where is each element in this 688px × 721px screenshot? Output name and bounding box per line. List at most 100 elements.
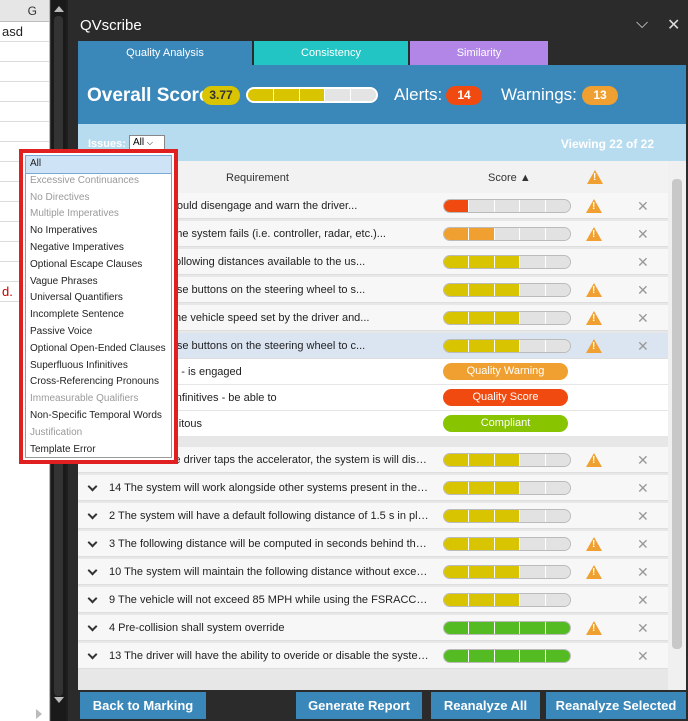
score-bar (443, 453, 571, 467)
close-icon[interactable]: ✕ (667, 15, 680, 35)
issues-option[interactable]: Non-Specific Temporal Words (26, 408, 171, 425)
dismiss-icon[interactable]: ✕ (637, 508, 649, 525)
tab-similarity[interactable]: Similarity (410, 41, 548, 65)
col-score[interactable]: Score ▲ (488, 172, 531, 184)
cell-asd[interactable]: asd (0, 22, 49, 42)
warning-icon (586, 283, 602, 297)
overall-score-value: 3.77 (202, 86, 240, 105)
list-scrollbar[interactable] (668, 161, 686, 690)
issues-option[interactable]: Vague Phrases (26, 274, 171, 291)
issues-option[interactable]: Negative Imperatives (26, 240, 171, 257)
table-row[interactable]: 4 Pre-collision shall system override ✕ (78, 615, 668, 641)
issues-option[interactable]: Template Error (26, 442, 171, 459)
scroll-down-icon[interactable] (54, 697, 64, 703)
issues-option[interactable]: Optional Escape Clauses (26, 257, 171, 274)
chevron-down-icon[interactable] (87, 649, 98, 660)
chevron-down-icon[interactable] (87, 509, 98, 520)
warnings-label: Warnings: (501, 85, 577, 104)
score-bar (443, 649, 571, 663)
warning-header-icon (587, 170, 603, 184)
issues-option[interactable]: Incomplete Sentence (26, 307, 171, 324)
dismiss-icon[interactable]: ✕ (637, 480, 649, 497)
score-bar (443, 283, 571, 297)
issues-option[interactable]: Universal Quantifiers (26, 290, 171, 307)
warning-icon (586, 453, 602, 467)
table-row[interactable]: 10 The system will maintain the followin… (78, 559, 668, 585)
dismiss-icon[interactable]: ✕ (637, 536, 649, 553)
alerts-label: Alerts: (394, 85, 443, 104)
overall-score-meter (246, 87, 378, 103)
list-scroll-thumb[interactable] (672, 179, 682, 649)
reanalyze-all-button[interactable]: Reanalyze All (431, 692, 540, 719)
requirement-text: 2 The system will have a default followi… (109, 510, 429, 522)
warning-icon (586, 227, 602, 241)
sheet-cell[interactable] (0, 62, 49, 82)
dismiss-icon[interactable]: ✕ (637, 648, 649, 665)
dismiss-icon[interactable]: ✕ (637, 254, 649, 271)
column-header-g[interactable]: G (0, 0, 49, 22)
sheet-cell[interactable] (0, 122, 49, 142)
issues-option: Excessive Continuances (30, 174, 139, 186)
dismiss-icon[interactable]: ✕ (637, 338, 649, 355)
warning-icon (586, 565, 602, 579)
dismiss-icon[interactable]: ✕ (637, 310, 649, 327)
chevron-down-icon[interactable] (87, 593, 98, 604)
warning-icon (586, 311, 602, 325)
col-score-label: Score (488, 172, 517, 184)
generate-report-button[interactable]: Generate Report (296, 692, 422, 719)
warning-icon (586, 199, 602, 213)
score-bar (443, 227, 571, 241)
scroll-right-icon[interactable] (36, 709, 42, 719)
issues-option: Immeasurable Qualifiers (30, 393, 139, 405)
dismiss-icon[interactable]: ✕ (637, 592, 649, 609)
score-bar (443, 593, 571, 607)
requirement-text: 9 The vehicle will not exceed 85 MPH whi… (109, 594, 429, 606)
table-row[interactable]: 3 The following distance will be compute… (78, 531, 668, 557)
requirement-text: 13 The driver will have the ability to o… (109, 650, 429, 662)
dismiss-icon[interactable]: ✕ (637, 564, 649, 581)
viewing-count: Viewing 22 of 22 (560, 137, 654, 151)
table-row[interactable]: 9 The vehicle will not exceed 85 MPH whi… (78, 587, 668, 613)
warning-icon (586, 339, 602, 353)
dismiss-icon[interactable]: ✕ (637, 452, 649, 469)
issue-severity-badge: Compliant (443, 415, 568, 432)
table-row[interactable]: 2 The system will have a default followi… (78, 503, 668, 529)
dismiss-icon[interactable]: ✕ (637, 226, 649, 243)
tab-consistency[interactable]: Consistency (254, 41, 408, 65)
sheet-cell[interactable] (0, 42, 49, 62)
col-requirement[interactable]: Requirement (226, 172, 289, 184)
issues-option[interactable]: Optional Open-Ended Clauses (26, 341, 171, 358)
alerts-count: 14 (446, 86, 482, 105)
requirement-text: 3 The following distance will be compute… (109, 538, 429, 550)
dismiss-icon[interactable]: ✕ (637, 198, 649, 215)
chevron-down-icon[interactable] (87, 537, 98, 548)
scroll-up-icon[interactable] (54, 6, 64, 12)
score-bar (443, 509, 571, 523)
collapse-icon[interactable]: ⌵ (636, 15, 648, 33)
dismiss-icon[interactable]: ✕ (637, 620, 649, 637)
score-bar (443, 565, 571, 579)
issues-option[interactable]: No Imperatives (26, 223, 171, 240)
table-row[interactable]: 13 The driver will have the ability to o… (78, 643, 668, 669)
chevron-down-icon[interactable] (87, 481, 98, 492)
score-bar (443, 311, 571, 325)
issues-option[interactable]: All (25, 155, 172, 174)
issues-option[interactable]: Superfluous Infinitives (26, 358, 171, 375)
warning-icon (586, 537, 602, 551)
tab-quality-analysis[interactable]: Quality Analysis (78, 41, 252, 65)
chevron-down-icon[interactable] (87, 565, 98, 576)
score-summary-bar: Overall Score: 3.77 Alerts: 14 Warnings:… (78, 65, 686, 124)
issues-option[interactable]: Cross-Referencing Pronouns (26, 374, 171, 391)
dismiss-icon[interactable]: ✕ (637, 282, 649, 299)
back-to-marking-button[interactable]: Back to Marking (80, 692, 206, 719)
chevron-down-icon[interactable] (87, 621, 98, 632)
sheet-cell[interactable] (0, 102, 49, 122)
table-row[interactable]: 14 The system will work alongside other … (78, 475, 668, 501)
issues-option: Multiple Imperatives (30, 208, 119, 220)
issues-option: Justification (30, 426, 83, 438)
reanalyze-selected-button[interactable]: Reanalyze Selected (546, 692, 686, 719)
score-bar (443, 199, 571, 213)
issues-select-value: All (133, 137, 145, 148)
issues-option[interactable]: Passive Voice (26, 324, 171, 341)
sheet-cell[interactable] (0, 82, 49, 102)
